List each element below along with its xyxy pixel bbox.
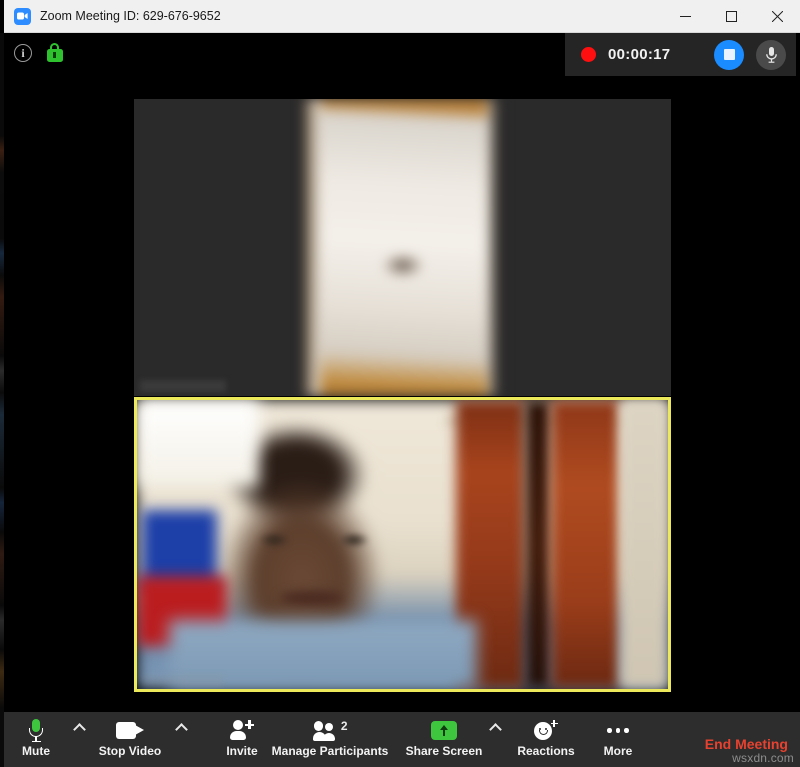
ellipsis-icon <box>607 718 629 743</box>
add-person-icon <box>230 718 254 743</box>
share-screen-button[interactable]: Share Screen <box>404 712 484 767</box>
invite-button[interactable]: Invite <box>210 712 274 767</box>
record-dot-icon <box>581 47 596 62</box>
share-options-chevron-up-icon[interactable] <box>484 712 506 767</box>
participant-name-label-1 <box>140 380 226 392</box>
stop-video-button[interactable]: Stop Video <box>90 712 170 767</box>
video-feed-1 <box>304 99 501 396</box>
green-lock-icon[interactable] <box>46 43 63 62</box>
stop-recording-icon[interactable] <box>714 39 744 70</box>
video-options-chevron-up-icon[interactable] <box>170 712 192 767</box>
manage-participants-button[interactable]: 2 Manage Participants <box>271 712 389 767</box>
more-button[interactable]: More <box>586 712 650 767</box>
microphone-icon[interactable] <box>756 39 786 70</box>
stop-video-label: Stop Video <box>98 744 162 758</box>
end-meeting-button[interactable]: End Meeting <box>705 736 788 752</box>
zoom-camera-icon <box>14 7 31 25</box>
participants-count-badge: 2 <box>340 719 348 733</box>
site-watermark: wsxdn.com <box>732 751 794 765</box>
video-camera-icon <box>116 718 144 743</box>
mute-label: Mute <box>22 744 50 758</box>
meeting-toolbar: Mute Stop Video Invite 2 Manage Particip… <box>4 712 800 767</box>
invite-label: Invite <box>226 744 258 758</box>
share-screen-icon <box>431 718 457 743</box>
window-controls <box>662 0 800 33</box>
info-icon[interactable]: i <box>14 43 32 62</box>
zoom-meeting-window: Zoom Meeting ID: 629-676-9652 i 00:00:17… <box>0 0 800 767</box>
title-bar: Zoom Meeting ID: 629-676-9652 <box>4 0 800 33</box>
more-label: More <box>603 744 633 758</box>
manage-participants-label: Manage Participants <box>271 744 389 758</box>
participant-name-label-2 <box>143 675 223 686</box>
smiley-plus-icon <box>534 718 558 743</box>
reactions-label: Reactions <box>517 744 575 758</box>
share-screen-label: Share Screen <box>405 744 483 758</box>
recording-panel: 00:00:17 <box>565 33 796 76</box>
title-bar-left: Zoom Meeting ID: 629-676-9652 <box>4 7 662 25</box>
participant-video-tile-1[interactable] <box>134 99 671 396</box>
close-icon[interactable] <box>754 0 800 33</box>
participant-video-tile-2[interactable] <box>134 397 671 692</box>
mute-button[interactable]: Mute <box>4 712 68 767</box>
participants-icon: 2 <box>312 718 348 743</box>
microphone-icon <box>29 718 44 743</box>
recording-elapsed-time: 00:00:17 <box>608 46 671 63</box>
audio-options-chevron-up-icon[interactable] <box>68 712 90 767</box>
video-stage <box>4 76 800 712</box>
reactions-button[interactable]: Reactions <box>506 712 586 767</box>
maximize-icon[interactable] <box>708 0 754 33</box>
minimize-icon[interactable] <box>662 0 708 33</box>
window-title: Zoom Meeting ID: 629-676-9652 <box>40 9 221 23</box>
meeting-status-icons: i <box>14 43 63 62</box>
